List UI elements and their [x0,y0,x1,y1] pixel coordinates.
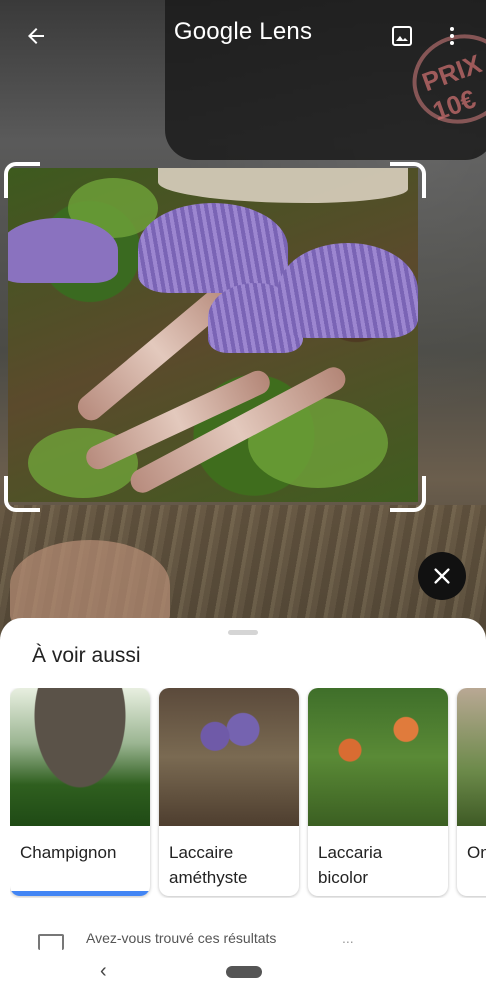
top-bar: Google Lens [0,0,486,72]
result-card-laccaria-bicolor[interactable]: Laccaria bicolor [308,688,448,896]
results-carousel[interactable]: Champignon Laccaire améthyste Laccaria b… [10,688,486,898]
image-icon [392,26,412,46]
mushroom-cap [278,243,418,338]
crop-corner-bottom-right[interactable] [390,476,426,512]
results-sheet: À voir aussi Champignon Laccaire améthys… [0,618,486,1000]
crop-corner-bottom-left[interactable] [4,476,40,512]
result-label: Champignon [20,843,117,862]
selected-region-image[interactable] [8,168,418,502]
result-card-partial[interactable]: On [457,688,486,896]
mushroom-cap [8,218,118,283]
crop-corner-top-left[interactable] [4,162,40,198]
result-card-champignon[interactable]: Champignon [10,688,150,896]
result-label: Laccaire améthyste [169,843,248,887]
feedback-icon [38,934,64,950]
close-icon [434,568,450,584]
feedback-action[interactable]: ... [342,930,354,946]
result-label: On [467,843,486,862]
background-mushroom [10,540,170,630]
mushroom-cap [138,203,288,293]
close-button[interactable] [418,552,466,600]
gallery-button[interactable] [382,16,422,56]
crop-corner-top-right[interactable] [390,162,426,198]
system-nav-bar: ‹ [0,954,486,1000]
drag-handle[interactable] [228,630,258,635]
more-vert-icon [450,27,454,45]
camera-viewfinder: PRIX 10€ [0,0,486,640]
result-thumbnail [308,688,448,826]
result-thumbnail [10,688,150,826]
nav-home-pill[interactable] [226,966,262,978]
feedback-row[interactable]: Avez-vous trouvé ces résultats ... [0,918,486,958]
result-label: Laccaria bicolor [318,843,383,887]
result-thumbnail [159,688,299,826]
sheet-title: À voir aussi [32,644,141,667]
nav-back-icon[interactable]: ‹ [100,960,107,983]
result-thumbnail [457,688,486,826]
more-options-button[interactable] [432,16,472,56]
feedback-text: Avez-vous trouvé ces résultats [86,930,277,946]
selected-indicator [10,891,150,896]
result-card-laccaire-amethyste[interactable]: Laccaire améthyste [159,688,299,896]
